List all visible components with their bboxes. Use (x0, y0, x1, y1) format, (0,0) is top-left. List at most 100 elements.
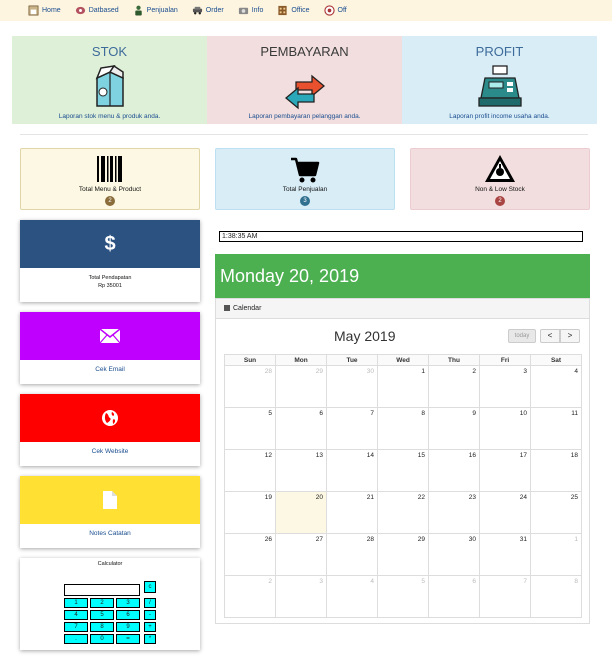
calendar-prev-button[interactable]: < (540, 329, 560, 343)
calc-key-button[interactable]: * (144, 634, 156, 644)
calc-key-button[interactable]: / (144, 598, 156, 608)
calendar-day-cell[interactable]: 4 (326, 575, 378, 618)
panel-pembayaran[interactable]: PEMBAYARAN Laporan pembayaran pelanggan … (207, 36, 402, 124)
card-notes[interactable]: Notes Catatan (20, 476, 200, 548)
calendar-day-cell[interactable]: 19 (224, 491, 276, 534)
nav-info[interactable]: Info (238, 5, 263, 16)
nav-home-label: Home (42, 7, 61, 14)
calendar-day-cell[interactable]: 6 (428, 575, 480, 618)
nav-off[interactable]: Off (323, 5, 347, 16)
calc-key-button[interactable]: 5 (90, 610, 114, 620)
power-icon (323, 5, 335, 16)
calendar-day-cell[interactable]: 8 (530, 575, 582, 618)
calendar-day-cell[interactable]: 1 (530, 533, 582, 576)
calendar-day-cell[interactable]: 3 (275, 575, 327, 618)
calendar-day-cell[interactable]: 4 (530, 365, 582, 408)
calendar-day-cell[interactable]: 29 (275, 365, 327, 408)
calendar-day-cell[interactable]: 26 (224, 533, 276, 576)
calendar-day-cell[interactable]: 16 (428, 449, 480, 492)
calendar-day-cell[interactable]: 1 (377, 365, 429, 408)
calc-key-button[interactable]: 1 (64, 598, 88, 608)
stat-total-menu[interactable]: Total Menu & Product 2 (20, 148, 200, 210)
stat-low-stock[interactable]: Non & Low Stock 2 (410, 148, 590, 210)
calc-key-button[interactable]: 0 (90, 634, 114, 644)
calendar-next-button[interactable]: > (560, 329, 580, 343)
calc-key-button[interactable]: 7 (64, 622, 88, 632)
nav-order[interactable]: Order (192, 5, 224, 16)
calendar-day-cell[interactable]: 7 (479, 575, 531, 618)
nav-office[interactable]: Office (277, 5, 310, 16)
envelope-icon (100, 329, 120, 343)
calendar-day-cell[interactable]: 28 (326, 533, 378, 576)
calendar-day-cell[interactable]: 7 (326, 407, 378, 450)
calendar-today-button[interactable]: today (508, 329, 536, 343)
calendar-day-cell[interactable]: 30 (428, 533, 480, 576)
calculator-row: . 0 = * (64, 632, 156, 644)
calendar-day-cell[interactable]: 29 (377, 533, 429, 576)
nav-off-label: Off (337, 7, 347, 14)
calc-key-button[interactable]: . (64, 634, 88, 644)
calc-key-button[interactable]: + (144, 622, 156, 632)
calendar-day-cell[interactable]: 25 (530, 491, 582, 534)
nav-office-label: Office (291, 7, 310, 14)
card-notes-label: Notes Catatan (89, 530, 131, 537)
calendar-day-cell[interactable]: 5 (377, 575, 429, 618)
calendar-body: 28 29 30 1 2 3 4 5 6 7 8 9 10 11 12 13 14 15 16 17 18 19 20 21 2… (224, 365, 582, 618)
divider (20, 134, 588, 135)
card-total-pendapatan[interactable]: $ Total Pendapatan Rp 35001 (20, 220, 200, 302)
panel-profit[interactable]: PROFIT Laporan profit income usaha anda. (402, 36, 597, 124)
calc-key-button[interactable]: = (116, 634, 140, 644)
calendar-day-cell[interactable]: 23 (428, 491, 480, 534)
calendar-day-cell[interactable]: 18 (530, 449, 582, 492)
calendar-day-cell[interactable]: 15 (377, 449, 429, 492)
calendar-week: 26 27 28 29 30 31 1 (224, 533, 582, 576)
calc-key-button[interactable]: - (144, 610, 156, 620)
office-icon (277, 5, 288, 16)
calendar-day-cell[interactable]: 20 (275, 491, 327, 534)
calendar-day-cell[interactable]: 21 (326, 491, 378, 534)
calendar-day-cell[interactable]: 24 (479, 491, 531, 534)
calendar-day-cell[interactable]: 28 (224, 365, 276, 408)
calendar-day-cell[interactable]: 30 (326, 365, 378, 408)
calendar-day-cell[interactable]: 22 (377, 491, 429, 534)
calendar-day-cell[interactable]: 9 (428, 407, 480, 450)
calc-key-button[interactable]: 4 (64, 610, 88, 620)
card-cek-email[interactable]: Cek Email (20, 312, 200, 384)
calendar-day-cell[interactable]: 3 (479, 365, 531, 408)
panel-stok[interactable]: STOK Laporan stok menu & produk anda. (12, 36, 207, 124)
calendar-day-cell[interactable]: 12 (224, 449, 276, 492)
calc-key-button[interactable]: 3 (116, 598, 140, 608)
calc-key-button[interactable]: 8 (90, 622, 114, 632)
calendar-day-cell[interactable]: 31 (479, 533, 531, 576)
calendar-day-cell[interactable]: 27 (275, 533, 327, 576)
card-cek-website[interactable]: Cek Website (20, 394, 200, 466)
card-total-pendapatan-head: $ (20, 220, 200, 268)
calc-clear-button[interactable]: c (144, 581, 156, 593)
calculator-display[interactable] (64, 583, 140, 596)
calendar-day-cell[interactable]: 2 (224, 575, 276, 618)
nav-database[interactable]: Datbased (75, 5, 119, 16)
calc-key-button[interactable]: 6 (116, 610, 140, 620)
nav-penjualan[interactable]: Penjualan (133, 5, 178, 16)
calendar-day-cell[interactable]: 17 (479, 449, 531, 492)
stat-total-penjualan[interactable]: Total Penjualan 3 (215, 148, 395, 210)
document-icon (103, 491, 117, 509)
calendar-day-cell[interactable]: 6 (275, 407, 327, 450)
nav-database-label: Datbased (88, 7, 119, 14)
calendar-day-cell[interactable]: 13 (275, 449, 327, 492)
calc-key-button[interactable]: 9 (116, 622, 140, 632)
calendar-day-cell[interactable]: 11 (530, 407, 582, 450)
card-cek-email-label: Cek Email (95, 366, 125, 373)
calendar-day-cell[interactable]: 2 (428, 365, 480, 408)
calculator-row: 7 8 9 + (64, 620, 156, 632)
calendar-day-cell[interactable]: 8 (377, 407, 429, 450)
nav-home[interactable]: Home (28, 5, 61, 16)
calendar-day-cell[interactable]: 14 (326, 449, 378, 492)
calc-key-button[interactable]: 2 (90, 598, 114, 608)
nav-penjualan-label: Penjualan (146, 7, 178, 14)
barcode-icon (97, 156, 122, 182)
calendar-day-cell[interactable]: 10 (479, 407, 531, 450)
calendar-day-cell[interactable]: 5 (224, 407, 276, 450)
calendar-weekday: Fri (479, 354, 531, 366)
calculator-title: Calculator (97, 561, 123, 567)
